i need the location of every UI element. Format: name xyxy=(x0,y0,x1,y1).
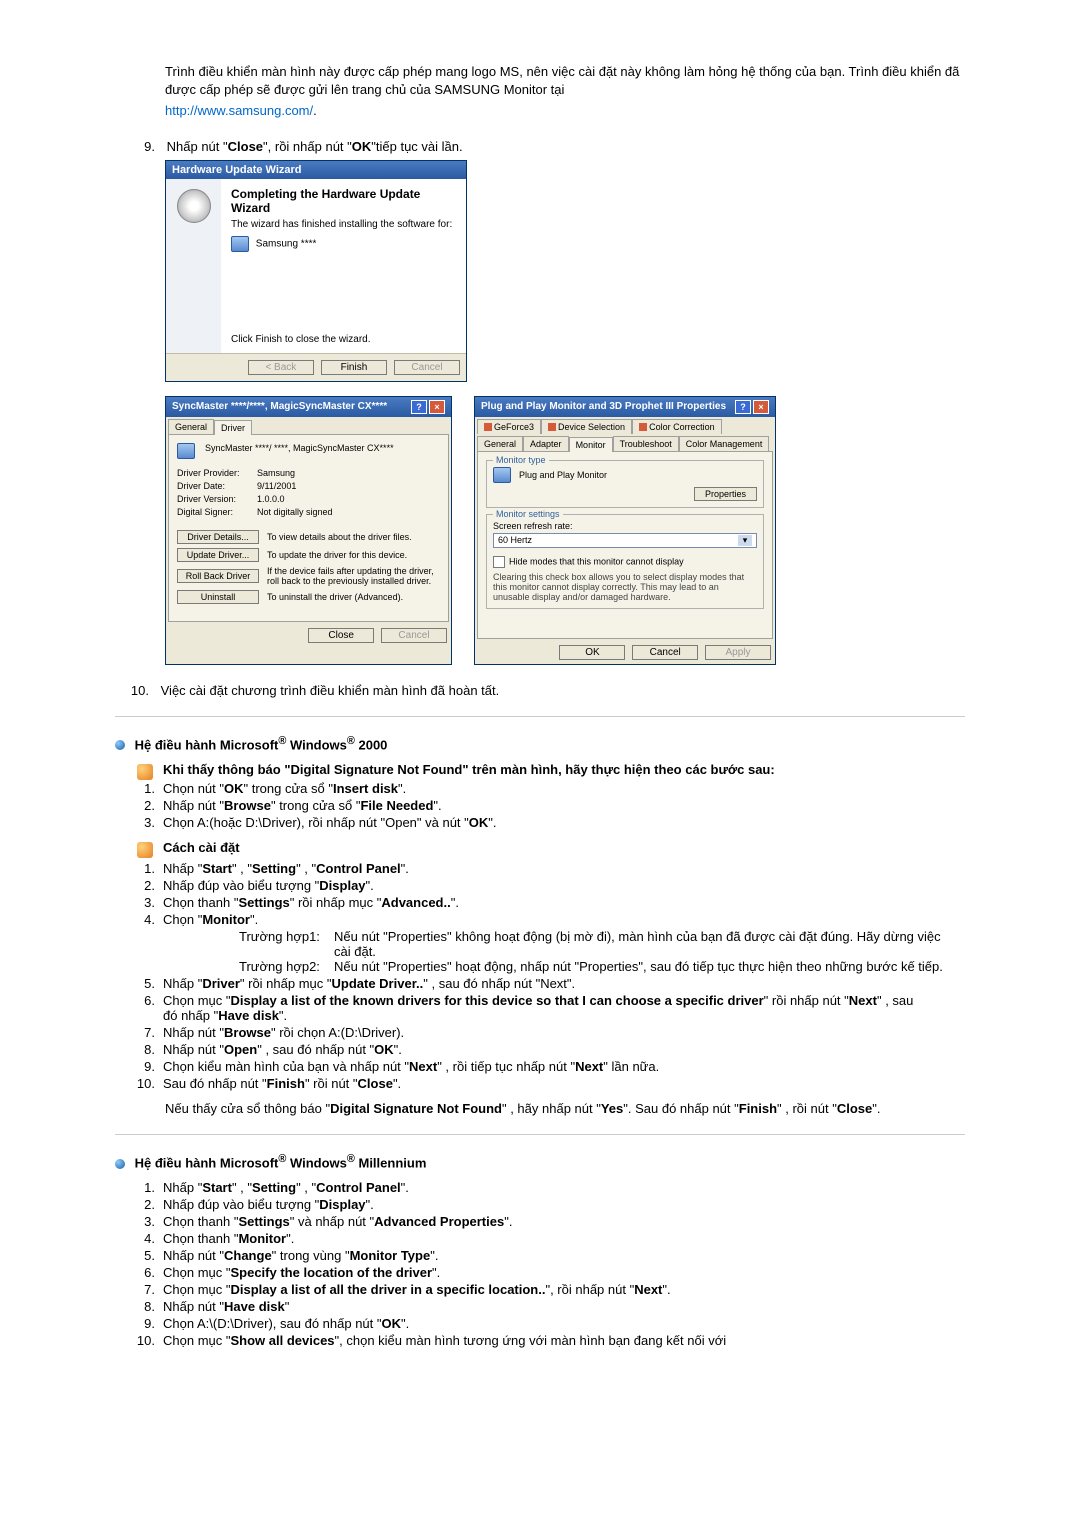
cancel-button: Cancel xyxy=(394,360,460,375)
win2000-section: Hệ điều hành Microsoft® Windows® 2000 Kh… xyxy=(115,735,965,1116)
bullet-icon xyxy=(115,740,125,750)
hide-modes-checkbox[interactable] xyxy=(493,556,505,568)
close-icon[interactable]: × xyxy=(429,400,445,414)
win2000-note: Nếu thấy cửa sổ thông báo "Digital Signa… xyxy=(165,1101,965,1116)
cd-icon xyxy=(177,189,211,223)
finish-button[interactable]: Finish xyxy=(321,360,387,375)
wizard-buttons: < Back Finish Cancel xyxy=(166,353,466,381)
tab-dgeneral[interactable]: General xyxy=(477,436,523,451)
step10-num: 10. xyxy=(123,683,149,698)
tab-colorcorr[interactable]: Color Correction xyxy=(632,419,722,434)
install-heading-row: Cách cài đặt xyxy=(137,840,965,855)
drv-cancel-button: Cancel xyxy=(381,628,447,643)
bullet-icon xyxy=(115,1159,125,1169)
wizard-content: Completing the Hardware Update Wizard Th… xyxy=(221,179,466,353)
tab-general[interactable]: General xyxy=(168,419,214,434)
wizard-line1: The wizard has finished installing the s… xyxy=(231,219,456,230)
disp-cancel-button[interactable]: Cancel xyxy=(632,645,698,660)
monitor-icon xyxy=(493,467,511,483)
drv-device-name: SyncMaster ****/ ****, MagicSyncMaster C… xyxy=(205,443,394,453)
tab-trouble[interactable]: Troubleshoot xyxy=(613,436,679,451)
divider xyxy=(115,1134,965,1135)
disp-ok-button[interactable]: OK xyxy=(559,645,625,660)
bullet-icon xyxy=(137,764,153,780)
hardware-update-wizard: Hardware Update Wizard Completing the Ha… xyxy=(165,160,467,382)
divider xyxy=(115,716,965,717)
properties-button[interactable]: Properties xyxy=(694,487,757,501)
page-container: Trình điều khiển màn hình này được cấp p… xyxy=(0,0,1080,1390)
link-suffix: . xyxy=(313,103,317,118)
tab-dmonitor[interactable]: Monitor xyxy=(569,437,613,452)
wizard-titlebar: Hardware Update Wizard xyxy=(166,161,466,179)
tab-adapter[interactable]: Adapter xyxy=(523,436,569,451)
sig-heading-row: Khi thấy thông báo "Digital Signature No… xyxy=(137,762,965,777)
tab-colormgmt[interactable]: Color Management xyxy=(679,436,770,451)
help-icon[interactable]: ? xyxy=(411,400,427,414)
driver-properties-dialog: SyncMaster ****/****, MagicSyncMaster CX… xyxy=(165,396,452,665)
refresh-rate-dropdown[interactable]: 60 Hertz ▾ xyxy=(493,533,757,548)
wizard-line2: Click Finish to close the wizard. xyxy=(231,334,456,345)
disp-titlebar: Plug and Play Monitor and 3D Prophet III… xyxy=(475,397,775,417)
step9-num: 9. xyxy=(129,139,155,154)
update-driver-button[interactable]: Update Driver... xyxy=(177,548,259,562)
uninstall-button[interactable]: Uninstall xyxy=(177,590,259,604)
drv-tab-body: SyncMaster ****/ ****, MagicSyncMaster C… xyxy=(168,434,449,622)
rollback-driver-button[interactable]: Roll Back Driver xyxy=(177,569,259,583)
winme-heading: Hệ điều hành Microsoft® Windows® Millenn… xyxy=(115,1153,965,1170)
drv-titlebar: SyncMaster ****/****, MagicSyncMaster CX… xyxy=(166,397,451,417)
bullet-icon xyxy=(137,842,153,858)
wizard-sidebar xyxy=(166,179,221,353)
intro-text: Trình điều khiển màn hình này được cấp p… xyxy=(165,63,965,99)
intro-block: Trình điều khiển màn hình này được cấp p… xyxy=(165,63,965,121)
drv-close-button[interactable]: Close xyxy=(308,628,374,643)
display-properties-dialog: Plug and Play Monitor and 3D Prophet III… xyxy=(474,396,776,665)
driver-details-button[interactable]: Driver Details... xyxy=(177,530,259,544)
wizard-heading: Completing the Hardware Update Wizard xyxy=(231,187,456,215)
back-button: < Back xyxy=(248,360,314,375)
winme-section: Hệ điều hành Microsoft® Windows® Millenn… xyxy=(115,1153,965,1348)
step-9: 9. Nhấp nút "Close", rồi nhấp nút "OK"ti… xyxy=(129,139,965,154)
win2000-heading: Hệ điều hành Microsoft® Windows® 2000 xyxy=(115,735,965,752)
wizard-device: Samsung **** xyxy=(256,238,317,249)
step-10: 10. Việc cài đặt chương trình điều khiển… xyxy=(123,683,965,698)
tab-geforce[interactable]: GeForce3 xyxy=(477,419,541,434)
dialogs-row: SyncMaster ****/****, MagicSyncMaster CX… xyxy=(165,396,965,665)
monitor-icon xyxy=(231,236,249,252)
close-icon[interactable]: × xyxy=(753,400,769,414)
chevron-down-icon: ▾ xyxy=(738,535,752,546)
samsung-link[interactable]: http://www.samsung.com/ xyxy=(165,103,313,118)
help-icon[interactable]: ? xyxy=(735,400,751,414)
step9-text: Nhấp nút "Close", rồi nhấp nút "OK"tiếp … xyxy=(167,139,927,154)
disp-apply-button: Apply xyxy=(705,645,771,660)
monitor-icon xyxy=(177,443,195,459)
disp-tab-body: Monitor type Plug and Play Monitor Prope… xyxy=(477,451,773,639)
tab-devsel[interactable]: Device Selection xyxy=(541,419,632,434)
step10-text: Việc cài đặt chương trình điều khiển màn… xyxy=(161,683,921,698)
tab-driver[interactable]: Driver xyxy=(214,420,252,435)
